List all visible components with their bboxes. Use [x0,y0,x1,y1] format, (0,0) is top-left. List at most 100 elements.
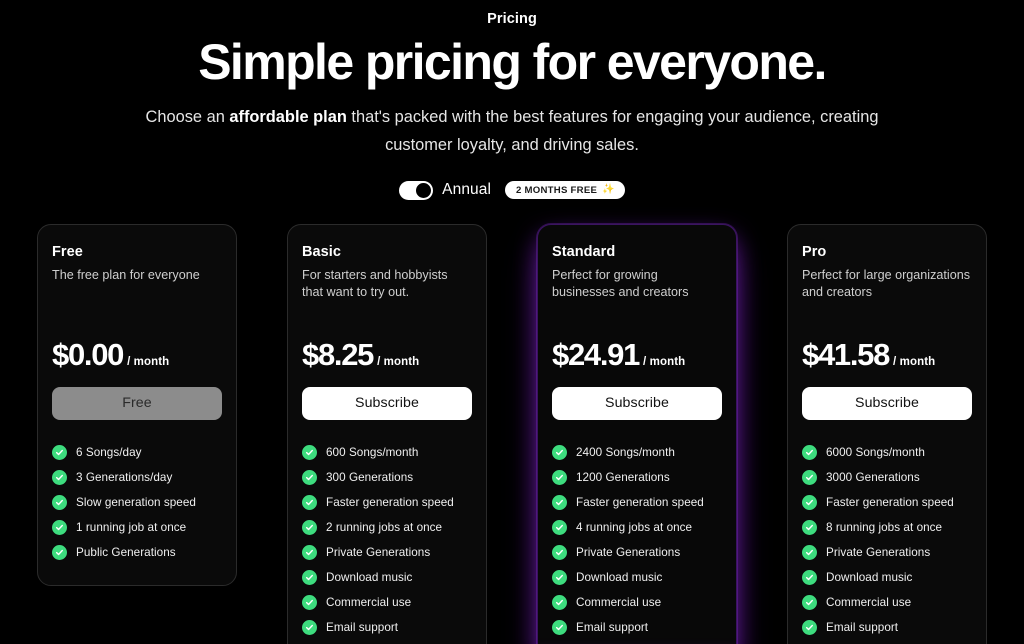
plan-price: $8.25 [302,336,374,372]
feature-item: Commercial use [802,594,972,612]
subtitle-part-1: Choose an [145,108,230,127]
feature-label: Commercial use [326,595,412,609]
feature-label: Commercial use [826,595,912,609]
feature-label: 3000 Generations [826,470,920,484]
plan-price-row: $0.00/ month [52,339,222,370]
feature-label: 1 running job at once [76,520,187,534]
check-circle-icon [552,545,567,561]
check-circle-icon [552,495,567,511]
feature-item: Faster generation speed [802,494,972,512]
plan-price: $24.91 [552,336,640,372]
check-circle-icon [802,570,817,586]
check-circle-icon [52,445,67,461]
feature-item: 8 running jobs at once [802,519,972,537]
feature-label: Faster generation speed [326,495,454,509]
check-circle-icon [552,595,567,611]
feature-item: 6000 Songs/month [802,444,972,462]
pricing-page: Pricing Simple pricing for everyone. Cho… [0,0,1024,644]
feature-label: 8 running jobs at once [826,520,943,534]
feature-item: Download music [552,569,722,587]
check-circle-icon [302,495,317,511]
check-circle-icon [802,620,817,636]
plan-description: Perfect for growing businesses and creat… [552,267,689,299]
check-circle-icon [52,470,67,486]
check-circle-icon [802,445,817,461]
sparkle-icon: ✨ [602,184,615,196]
check-circle-icon [302,570,317,586]
feature-item: 2 running jobs at once [302,519,472,537]
check-circle-icon [802,470,817,486]
feature-label: Commercial use [576,595,662,609]
plan-price: $41.58 [802,336,890,372]
months-free-badge-label: 2 MONTHS FREE [516,184,598,196]
page-header: Pricing Simple pricing for everyone. Cho… [0,0,1024,200]
feature-item: Email support [552,619,722,637]
feature-item: Slow generation speed [52,494,222,512]
check-circle-icon [302,520,317,536]
feature-list: 2400 Songs/month 1200 Generations Faster g… [552,444,722,637]
subscribe-button[interactable]: Subscribe [552,386,722,420]
check-circle-icon [302,470,317,486]
feature-item: 2400 Songs/month [552,444,722,462]
page-title: Simple pricing for everyone. [198,34,827,91]
feature-label: Faster generation speed [826,495,954,509]
page-subtitle: Choose an affordable plan that's packed … [117,104,907,158]
feature-item: 300 Generations [302,469,472,487]
feature-label: 3 Generations/day [76,470,173,484]
feature-label: Faster generation speed [576,495,704,509]
feature-item: Private Generations [802,544,972,562]
feature-item: 6 Songs/day [52,444,222,462]
feature-label: 4 running jobs at once [576,520,693,534]
feature-item: 1 running job at once [52,519,222,537]
plan-billing-period: / month [377,355,420,368]
feature-item: 1200 Generations [552,469,722,487]
feature-label: Private Generations [826,545,931,559]
feature-item: 3000 Generations [802,469,972,487]
plan-name: Free [52,244,83,260]
feature-label: Public Generations [76,545,176,559]
check-circle-icon [52,495,67,511]
feature-item: Faster generation speed [302,494,472,512]
feature-label: 6000 Songs/month [826,445,925,459]
feature-item: Faster generation speed [552,494,722,512]
months-free-badge: 2 MONTHS FREE ✨ [505,181,625,200]
check-circle-icon [302,445,317,461]
feature-label: 2400 Songs/month [576,445,675,459]
feature-item: Public Generations [52,544,222,562]
feature-item: Commercial use [302,594,472,612]
toggle-knob [416,182,432,198]
feature-item: Email support [802,619,972,637]
plan-description: Perfect for large organizations and crea… [802,267,971,299]
subscribe-button[interactable]: Subscribe [802,386,972,420]
feature-label: 2 running jobs at once [326,520,443,534]
feature-item: Download music [802,569,972,587]
check-circle-icon [52,520,67,536]
feature-item: Private Generations [302,544,472,562]
subscribe-button[interactable]: Subscribe [302,386,472,420]
check-circle-icon [552,570,567,586]
check-circle-icon [552,445,567,461]
plan-billing-period: / month [127,355,170,368]
subtitle-part-2: that's packed with the best features for… [346,108,879,154]
annual-billing-label: Annual [442,181,492,199]
feature-label: 6 Songs/day [76,445,142,459]
pricing-card-basic: Basic For starters and hobbyists that wan… [287,224,487,644]
check-circle-icon [302,595,317,611]
plan-billing-period: / month [643,355,686,368]
pricing-card-free: Free The free plan for everyone $0.00/ mon… [37,224,237,586]
check-circle-icon [302,620,317,636]
feature-list: 600 Songs/month 300 Generations Faster gen… [302,444,472,637]
check-circle-icon [552,520,567,536]
eyebrow-label: Pricing [487,11,537,27]
annual-billing-toggle[interactable] [399,180,434,200]
check-circle-icon [552,470,567,486]
pricing-card-standard: Standard Perfect for growing businesses a… [537,224,737,644]
feature-item: Download music [302,569,472,587]
feature-item: 600 Songs/month [302,444,472,462]
feature-label: Email support [326,620,399,634]
pricing-card-pro: Pro Perfect for large organizations and c… [787,224,987,644]
check-circle-icon [802,545,817,561]
feature-label: Download music [326,570,413,584]
plan-name: Standard [552,244,616,260]
feature-label: Email support [826,620,899,634]
